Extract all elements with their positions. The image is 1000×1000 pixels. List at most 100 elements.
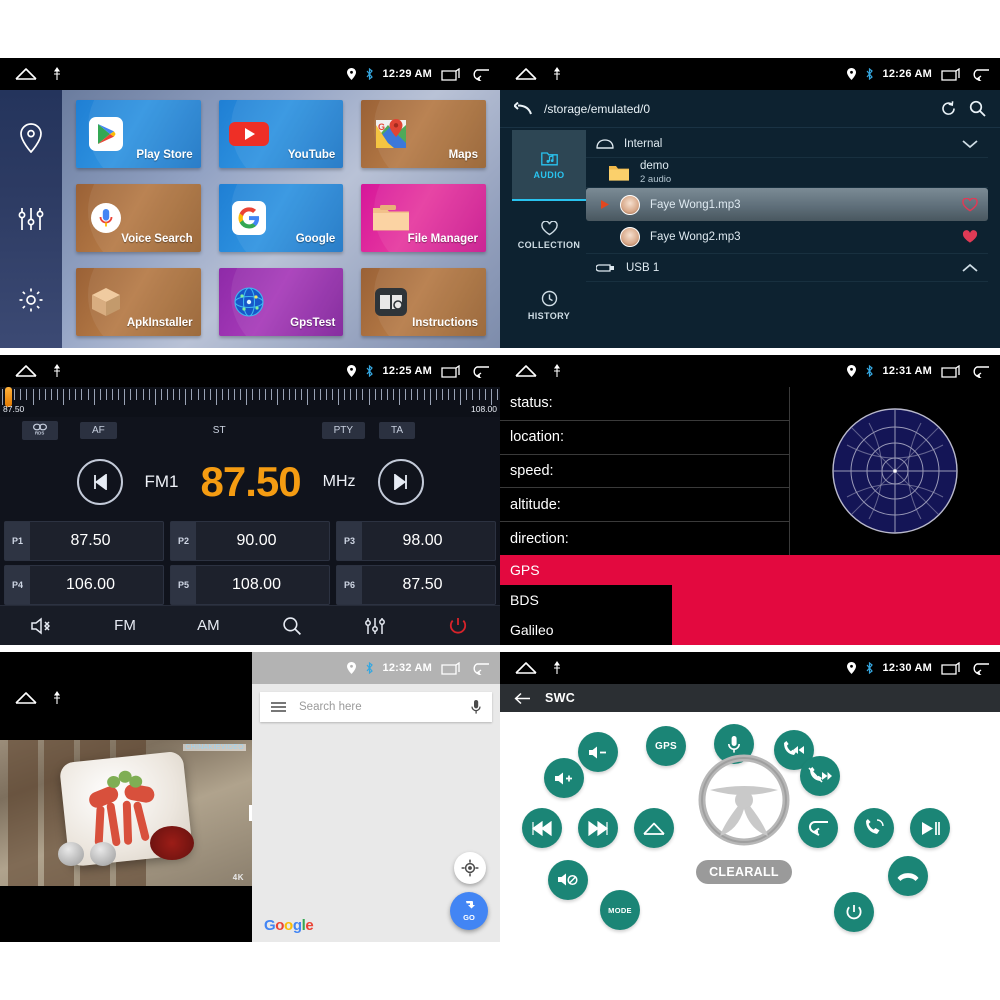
preset-p6[interactable]: P6 87.50 [336, 565, 496, 605]
app-tile-maps[interactable]: G Maps [361, 100, 486, 168]
list-item-folder-demo[interactable]: demo 2 audio [586, 158, 988, 188]
recents-icon[interactable] [441, 661, 461, 675]
go-button[interactable]: GO [450, 892, 488, 930]
preset-p2[interactable]: P2 90.00 [170, 521, 330, 561]
app-tile-gpstest[interactable]: GpsTest [218, 268, 344, 336]
list-item-usb1[interactable]: USB 1 [586, 254, 988, 282]
app-tile-label: Instructions [412, 317, 478, 329]
answer-call-button[interactable] [854, 808, 894, 848]
back-icon[interactable] [970, 662, 990, 675]
play-pause-button[interactable] [910, 808, 950, 848]
prev-station-button[interactable] [76, 459, 123, 505]
power-button[interactable] [417, 616, 500, 636]
video-playback-frame[interactable]: CHINAKIEVIDEO 4K [0, 684, 252, 942]
clear-all-button[interactable]: CLEARALL [696, 860, 792, 884]
equalizer-button[interactable] [333, 616, 416, 636]
sidebar-item-equalizer[interactable] [14, 202, 48, 236]
search-input[interactable]: Search here [299, 701, 458, 713]
chevron-down-icon[interactable] [962, 139, 978, 149]
back-icon[interactable] [470, 365, 490, 378]
search-bar[interactable]: Search here [260, 692, 492, 722]
end-call-button[interactable] [888, 856, 928, 896]
back-icon[interactable] [970, 365, 990, 378]
preset-p5[interactable]: P5 108.00 [170, 565, 330, 605]
tab-history[interactable]: HISTORY [512, 271, 586, 340]
mute-button[interactable] [0, 616, 83, 635]
preset-p4[interactable]: P4 106.00 [4, 565, 164, 605]
previous-track-button[interactable] [522, 808, 562, 848]
rds-chip[interactable]: RDS [22, 420, 58, 440]
ta-chip[interactable]: TA [379, 421, 416, 439]
app-tile-google[interactable]: Google [218, 184, 344, 252]
search-icon[interactable] [969, 100, 986, 117]
refresh-icon[interactable] [940, 100, 957, 117]
back-icon[interactable] [470, 662, 490, 675]
search-button[interactable] [250, 616, 333, 636]
call-next-button[interactable] [800, 756, 840, 796]
home-button[interactable] [634, 808, 674, 848]
recents-icon[interactable] [441, 364, 461, 378]
bluetooth-icon [865, 365, 874, 377]
recents-icon[interactable] [941, 661, 961, 675]
pty-chip[interactable]: PTY [321, 421, 366, 439]
back-icon[interactable] [470, 68, 490, 81]
gnss-option-galileo[interactable]: Galileo [500, 615, 672, 645]
back-icon[interactable] [970, 68, 990, 81]
chevron-up-icon[interactable] [962, 263, 978, 273]
app-tile-youtube[interactable]: YouTube [218, 100, 344, 168]
app-tile-apkinstaller[interactable]: ApkInstaller [76, 268, 201, 336]
map-canvas[interactable]: GO Google [252, 722, 500, 942]
volume-down-button[interactable] [578, 732, 618, 772]
hamburger-menu-icon[interactable] [270, 701, 287, 713]
status-time: 12:29 AM [382, 68, 432, 80]
frequency-scale[interactable]: 87.50 108.00 [0, 387, 500, 417]
file-manager-content: AUDIO COLLECTION HISTORY Internal demo 2… [500, 128, 1000, 348]
list-item-internal[interactable]: Internal [586, 130, 988, 158]
back-button[interactable] [798, 808, 838, 848]
fm-button[interactable]: FM [83, 617, 166, 634]
bluetooth-icon [865, 662, 874, 674]
mode-button[interactable]: MODE [600, 890, 640, 930]
heart-icon[interactable] [962, 230, 978, 244]
recents-icon[interactable] [941, 67, 961, 81]
app-tile-file-manager[interactable]: File Manager [361, 184, 486, 252]
sidebar-item-settings[interactable] [14, 283, 48, 317]
tab-audio[interactable]: AUDIO [512, 130, 586, 202]
gnss-option-gps[interactable]: GPS [500, 555, 1000, 585]
recents-icon[interactable] [941, 364, 961, 378]
recents-icon[interactable] [441, 67, 461, 81]
home-icon[interactable] [14, 364, 38, 378]
af-chip[interactable]: AF [80, 421, 117, 439]
heart-icon[interactable] [962, 197, 978, 212]
mute-button[interactable] [548, 860, 588, 900]
microphone-icon[interactable] [470, 699, 482, 715]
volume-up-button[interactable] [544, 758, 584, 798]
tab-collection[interactable]: COLLECTION [512, 201, 586, 270]
gnss-option-bds[interactable]: BDS [500, 585, 672, 615]
app-tile-voice-search[interactable]: Voice Search [76, 184, 201, 252]
tab-label: HISTORY [527, 310, 571, 321]
home-icon[interactable] [514, 661, 538, 675]
back-arrow-icon[interactable] [514, 692, 531, 705]
home-icon[interactable] [14, 691, 38, 705]
file-manager-tabs: AUDIO COLLECTION HISTORY [512, 130, 586, 340]
home-icon[interactable] [514, 364, 538, 378]
preset-p1[interactable]: P1 87.50 [4, 521, 164, 561]
app-tile-instructions[interactable]: Instructions [361, 268, 486, 336]
my-location-button[interactable] [454, 852, 486, 884]
list-item-track-selected[interactable]: Faye Wong1.mp3 [586, 188, 988, 221]
next-track-button[interactable] [578, 808, 618, 848]
preset-p3[interactable]: P3 98.00 [336, 521, 496, 561]
am-button[interactable]: AM [167, 617, 250, 634]
back-arrow-icon[interactable] [514, 101, 532, 116]
list-item-track[interactable]: Faye Wong2.mp3 [586, 221, 988, 254]
next-station-button[interactable] [377, 459, 424, 505]
home-icon[interactable] [14, 67, 38, 81]
gps-button[interactable]: GPS [646, 726, 686, 766]
audio-folder-icon [540, 150, 558, 166]
bluetooth-icon [365, 662, 374, 674]
home-icon[interactable] [514, 67, 538, 81]
power-button[interactable] [834, 892, 874, 932]
sidebar-item-navigation[interactable] [14, 121, 48, 155]
app-tile-play-store[interactable]: Play Store [76, 100, 201, 168]
